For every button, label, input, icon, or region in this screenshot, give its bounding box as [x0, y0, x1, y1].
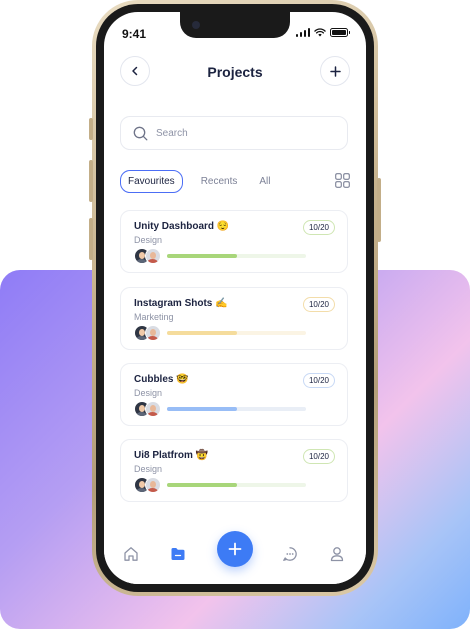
volume-down-button — [89, 218, 93, 260]
power-button — [377, 178, 381, 242]
project-card[interactable]: Unity Dashboard 😌 Design 10/20 — [120, 210, 348, 273]
bottom-nav — [104, 526, 366, 584]
tab-all[interactable]: All — [251, 170, 278, 193]
project-card[interactable]: Ui8 Platfrom 🤠 Design 10/20 — [120, 439, 348, 502]
status-time: 9:41 — [122, 27, 147, 41]
task-count-badge: 10/20 — [302, 373, 335, 388]
progress-track — [167, 254, 306, 258]
avatar — [145, 248, 161, 264]
task-count-badge: 10/20 — [302, 220, 335, 235]
notch — [180, 12, 290, 38]
profile-icon[interactable] — [329, 546, 345, 562]
progress-bar — [167, 483, 237, 487]
app-screen: 9:41 Projects Search Favourites Recents … — [104, 12, 366, 584]
create-button[interactable] — [217, 531, 253, 567]
member-avatars — [134, 248, 164, 264]
project-category: Design — [134, 235, 163, 245]
avatar — [145, 477, 161, 493]
add-project-button[interactable] — [320, 56, 350, 86]
filter-tabs: Favourites Recents All — [120, 170, 279, 193]
project-card[interactable]: Instagram Shots ✍️ Marketing 10/20 — [120, 287, 348, 350]
search-placeholder: Search — [156, 127, 188, 139]
avatar — [145, 401, 161, 417]
project-card[interactable]: Cubbles 🤓 Design 10/20 — [120, 363, 348, 426]
plus-icon — [228, 542, 242, 556]
project-title: Ui8 Platfrom 🤠 — [134, 450, 209, 461]
project-title: Instagram Shots ✍️ — [134, 298, 228, 309]
volume-up-button — [89, 160, 93, 202]
progress-bar — [167, 407, 237, 411]
task-count-badge: 10/20 — [302, 449, 335, 464]
progress-bar — [167, 254, 237, 258]
folder-icon[interactable] — [170, 546, 186, 562]
member-avatars — [134, 325, 164, 341]
project-title: Unity Dashboard 😌 — [134, 221, 230, 232]
status-icons — [295, 28, 350, 37]
battery-icon — [330, 28, 350, 37]
progress-track — [167, 483, 306, 487]
search-input[interactable]: Search — [120, 116, 348, 150]
progress-bar — [167, 331, 237, 335]
phone-frame: 9:41 Projects Search Favourites Recents … — [89, 0, 381, 596]
tab-favourites[interactable]: Favourites — [120, 170, 183, 193]
wifi-icon — [314, 28, 326, 37]
project-category: Marketing — [134, 312, 174, 322]
avatar — [145, 325, 161, 341]
grid-icon[interactable] — [335, 173, 350, 188]
member-avatars — [134, 401, 164, 417]
home-icon[interactable] — [123, 546, 139, 562]
plus-icon — [329, 65, 341, 77]
search-icon — [133, 126, 148, 140]
project-title: Cubbles 🤓 — [134, 374, 189, 385]
tab-recents[interactable]: Recents — [193, 170, 246, 193]
member-avatars — [134, 477, 164, 493]
camera-icon — [192, 21, 200, 29]
task-count-badge: 10/20 — [302, 297, 335, 312]
progress-track — [167, 407, 306, 411]
signal-icon — [295, 28, 310, 37]
project-category: Design — [134, 388, 163, 398]
mute-switch — [89, 118, 93, 140]
progress-track — [167, 331, 306, 335]
project-category: Design — [134, 464, 163, 474]
chat-icon[interactable] — [282, 546, 298, 562]
